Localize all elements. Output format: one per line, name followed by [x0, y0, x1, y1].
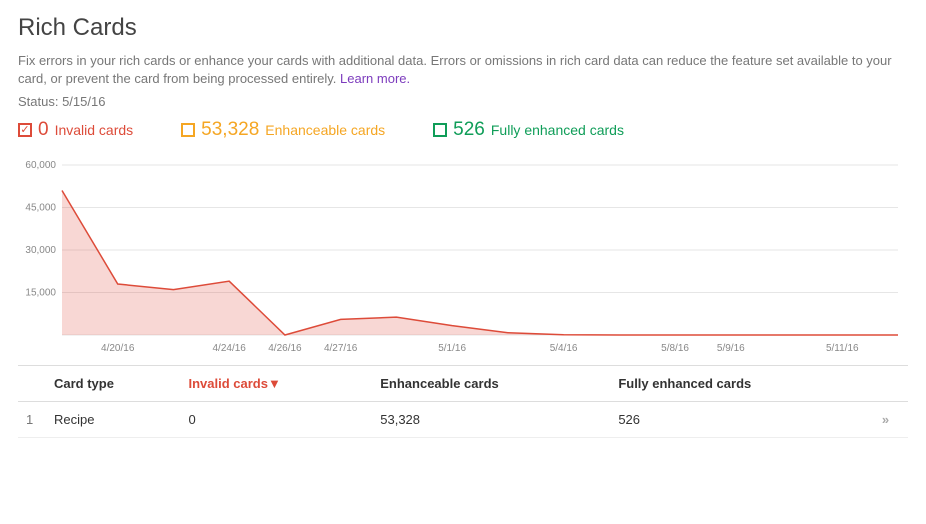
- legend-full-count: 526: [453, 119, 485, 141]
- legend: ✓ 0 Invalid cards 53,328 Enhanceable car…: [18, 119, 908, 141]
- legend-full[interactable]: 526 Fully enhanced cards: [433, 119, 624, 141]
- legend-invalid[interactable]: ✓ 0 Invalid cards: [18, 119, 133, 141]
- svg-text:4/24/16: 4/24/16: [213, 343, 247, 354]
- col-card-type[interactable]: Card type: [46, 366, 180, 402]
- page-description: Fix errors in your rich cards or enhance…: [18, 52, 908, 88]
- chart-svg: 15,000 30,000 45,000 60,000 4/20/16 4/24/16 4/…: [18, 157, 908, 357]
- svg-text:4/27/16: 4/27/16: [324, 343, 358, 354]
- legend-enhanceable[interactable]: 53,328 Enhanceable cards: [181, 119, 385, 141]
- legend-full-label: Fully enhanced cards: [491, 122, 624, 138]
- checkbox-icon[interactable]: [433, 123, 447, 137]
- svg-text:4/26/16: 4/26/16: [268, 343, 302, 354]
- row-index: 1: [18, 402, 46, 438]
- col-invalid-label: Invalid cards: [188, 376, 267, 391]
- cell-card-type: Recipe: [46, 402, 180, 438]
- checkbox-icon[interactable]: [181, 123, 195, 137]
- cell-enhanceable: 53,328: [372, 402, 610, 438]
- col-actions: [874, 366, 908, 402]
- col-enhanceable[interactable]: Enhanceable cards: [372, 366, 610, 402]
- table-header-row: Card type Invalid cards▼ Enhanceable car…: [18, 366, 908, 402]
- checkbox-icon[interactable]: ✓: [18, 123, 32, 137]
- legend-invalid-label: Invalid cards: [55, 122, 134, 138]
- legend-invalid-count: 0: [38, 119, 49, 141]
- cell-invalid: 0: [180, 402, 372, 438]
- svg-text:5/9/16: 5/9/16: [717, 343, 745, 354]
- desc-text: Fix errors in your rich cards or enhance…: [18, 53, 892, 86]
- sort-desc-icon: ▼: [268, 376, 281, 391]
- col-idx: [18, 366, 46, 402]
- row-expand-icon[interactable]: »: [874, 402, 908, 438]
- svg-text:4/20/16: 4/20/16: [101, 343, 135, 354]
- page-title: Rich Cards: [18, 14, 908, 42]
- svg-text:15,000: 15,000: [25, 288, 56, 299]
- svg-text:5/11/16: 5/11/16: [826, 343, 859, 354]
- col-full[interactable]: Fully enhanced cards: [610, 366, 874, 402]
- status-date: Status: 5/15/16: [18, 94, 908, 109]
- svg-text:45,000: 45,000: [25, 203, 56, 214]
- legend-enhanceable-label: Enhanceable cards: [265, 122, 385, 138]
- svg-text:5/8/16: 5/8/16: [661, 343, 689, 354]
- table-row[interactable]: 1Recipe053,328526»: [18, 402, 908, 438]
- svg-text:60,000: 60,000: [25, 160, 56, 171]
- chart: 15,000 30,000 45,000 60,000 4/20/16 4/24/16 4/…: [18, 157, 908, 357]
- learn-more-link[interactable]: Learn more.: [340, 71, 410, 86]
- svg-text:5/1/16: 5/1/16: [438, 343, 466, 354]
- cell-full: 526: [610, 402, 874, 438]
- svg-text:5/4/16: 5/4/16: [550, 343, 578, 354]
- legend-enhanceable-count: 53,328: [201, 119, 259, 141]
- col-invalid[interactable]: Invalid cards▼: [180, 366, 372, 402]
- card-table: Card type Invalid cards▼ Enhanceable car…: [18, 365, 908, 438]
- svg-text:30,000: 30,000: [25, 245, 56, 256]
